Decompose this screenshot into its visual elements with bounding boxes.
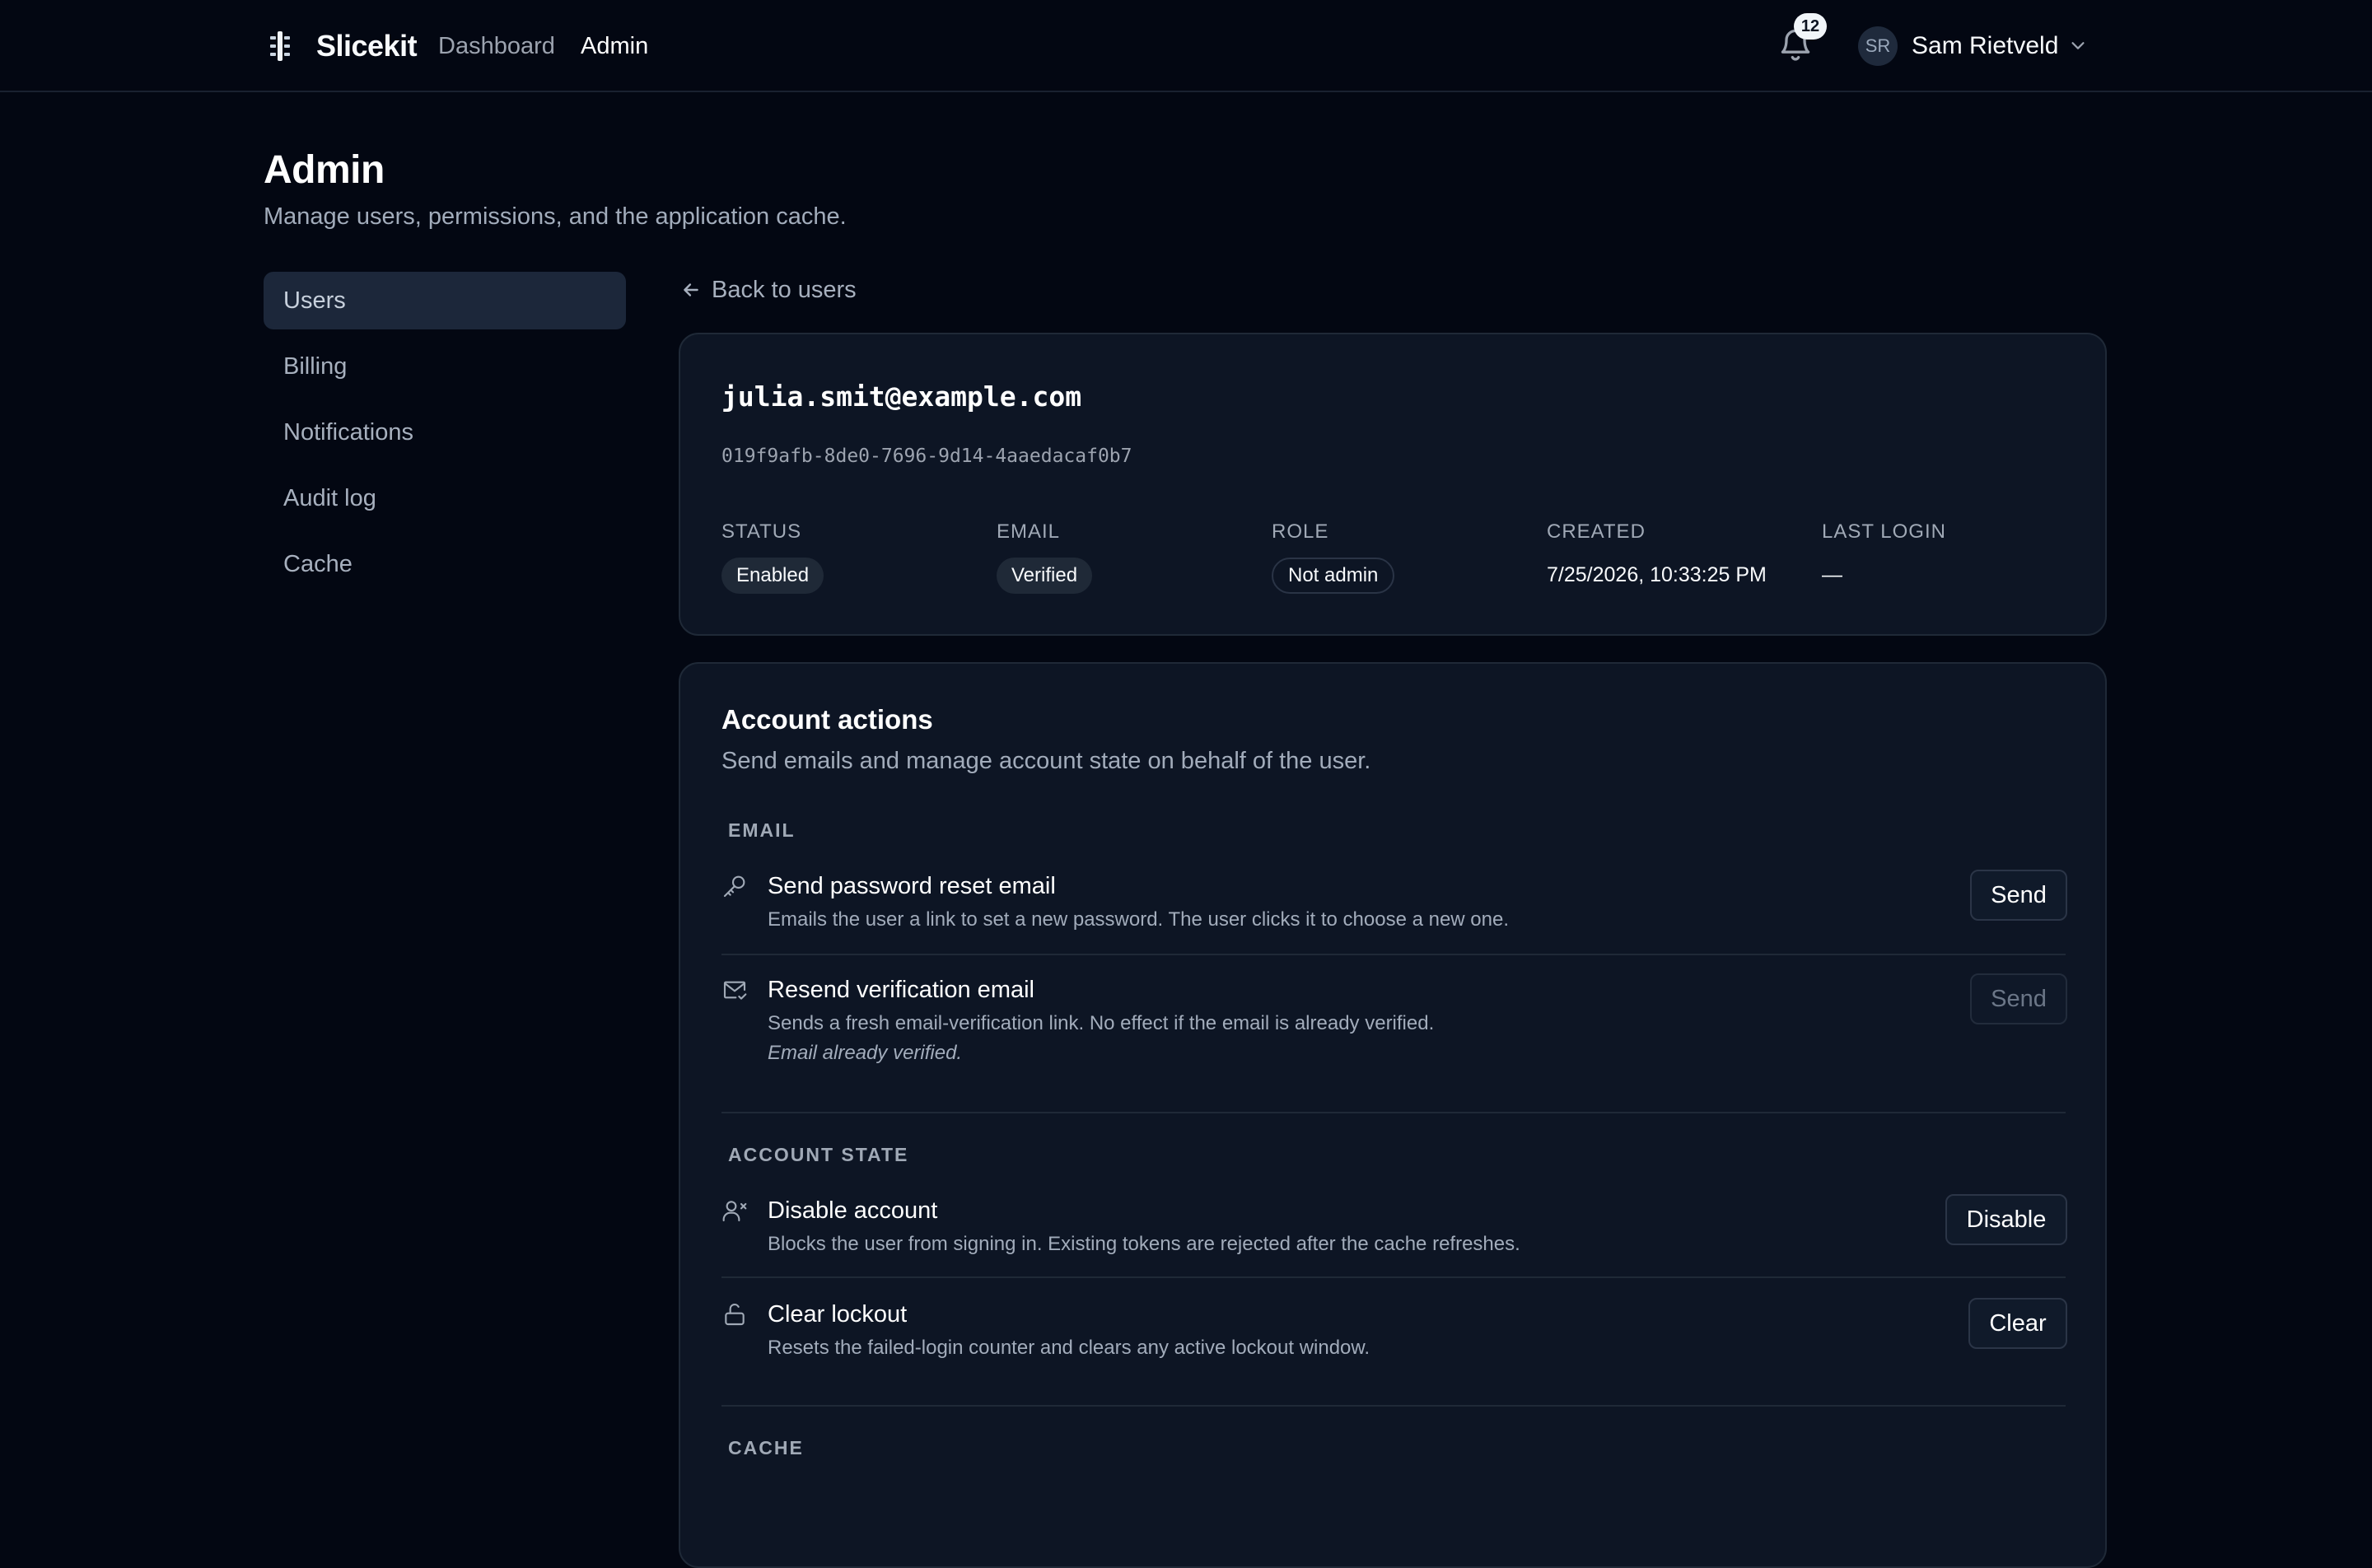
resend-verification-button[interactable]: Send (1970, 973, 2067, 1024)
chevron-down-icon[interactable] (2069, 36, 2087, 54)
action-title: Clear lockout (768, 1301, 908, 1328)
sidebar-item-cache[interactable]: Cache (264, 535, 626, 593)
page-subtitle: Manage users, permissions, and the appli… (264, 203, 847, 230)
notification-count-badge: 12 (1794, 13, 1827, 40)
top-bar: Slicekit Dashboard Admin 12 SR Sam Rietv… (0, 0, 2372, 92)
user-x-icon (722, 1201, 747, 1222)
nav-admin[interactable]: Admin (581, 30, 648, 63)
send-password-reset-button[interactable]: Send (1970, 870, 2067, 921)
divider (721, 954, 2066, 955)
status-badge: Enabled (721, 558, 824, 594)
disable-account-button[interactable]: Disable (1945, 1194, 2067, 1245)
action-title: Resend verification email (768, 977, 1034, 1003)
meta-role: ROLE Not admin (1272, 519, 1395, 594)
action-description: Resets the failed-login counter and clea… (768, 1337, 1370, 1359)
group-label-email: EMAIL (728, 819, 796, 841)
section-title: Account actions (721, 704, 933, 735)
action-description: Sends a fresh email-verification link. N… (768, 1012, 1435, 1034)
user-details-card: julia.smit@example.com 019f9afb-8de0-769… (679, 333, 2107, 636)
sidebar-item-notifications[interactable]: Notifications (264, 404, 626, 461)
email-verified-badge: Verified (997, 558, 1093, 594)
sidebar-item-billing[interactable]: Billing (264, 338, 626, 395)
unlock-icon (725, 1304, 745, 1326)
meta-email: EMAIL Verified (997, 519, 1093, 594)
action-description: Blocks the user from signing in. Existin… (768, 1233, 1520, 1255)
action-note: Email already verified. (768, 1042, 963, 1064)
nav-dashboard[interactable]: Dashboard (438, 30, 555, 63)
sidebar-item-audit-log[interactable]: Audit log (264, 469, 626, 527)
created-value: 7/25/2026, 10:33:25 PM (1547, 563, 1767, 586)
meta-last-login: LAST LOGIN — (1822, 519, 1946, 593)
sidebar-item-users[interactable]: Users (264, 272, 626, 329)
meta-status: STATUS Enabled (721, 519, 824, 594)
brand-name: Slicekit (316, 29, 418, 63)
section-subtitle: Send emails and manage account state on … (721, 748, 1371, 774)
back-link-label: Back to users (712, 276, 857, 303)
divider (721, 1276, 2066, 1278)
clear-lockout-button[interactable]: Clear (1968, 1298, 2067, 1349)
slicekit-logo-icon (270, 31, 290, 61)
action-title: Send password reset email (768, 873, 1056, 899)
page-title: Admin (264, 148, 385, 192)
key-icon (723, 875, 745, 898)
last-login-value: — (1822, 563, 1842, 586)
mail-check-icon (723, 981, 747, 1000)
meta-label: ROLE (1272, 520, 1329, 543)
group-label-cache: CACHE (728, 1437, 804, 1458)
role-badge: Not admin (1272, 558, 1395, 594)
section-divider (721, 1112, 2066, 1113)
user-menu-name[interactable]: Sam Rietveld (1912, 30, 2058, 63)
section-divider (721, 1405, 2066, 1407)
action-description: Emails the user a link to set a new pass… (768, 908, 1509, 931)
account-actions-card: Account actions Send emails and manage a… (679, 662, 2107, 1568)
meta-label: LAST LOGIN (1822, 520, 1946, 543)
avatar[interactable]: SR (1858, 26, 1898, 66)
group-label-account-state: ACCOUNT STATE (728, 1144, 909, 1165)
action-title: Disable account (768, 1197, 938, 1224)
arrow-left-icon (684, 283, 698, 296)
user-email: julia.smit@example.com (721, 380, 1082, 413)
meta-created: CREATED 7/25/2026, 10:33:25 PM (1547, 519, 1767, 593)
user-id: 019f9afb-8de0-7696-9d14-4aaedacaf0b7 (721, 446, 1132, 467)
meta-label: STATUS (721, 520, 802, 543)
back-to-users-link[interactable]: Back to users (680, 273, 857, 306)
brand[interactable]: Slicekit (264, 25, 418, 68)
meta-label: EMAIL (997, 520, 1061, 543)
meta-label: CREATED (1547, 520, 1646, 543)
